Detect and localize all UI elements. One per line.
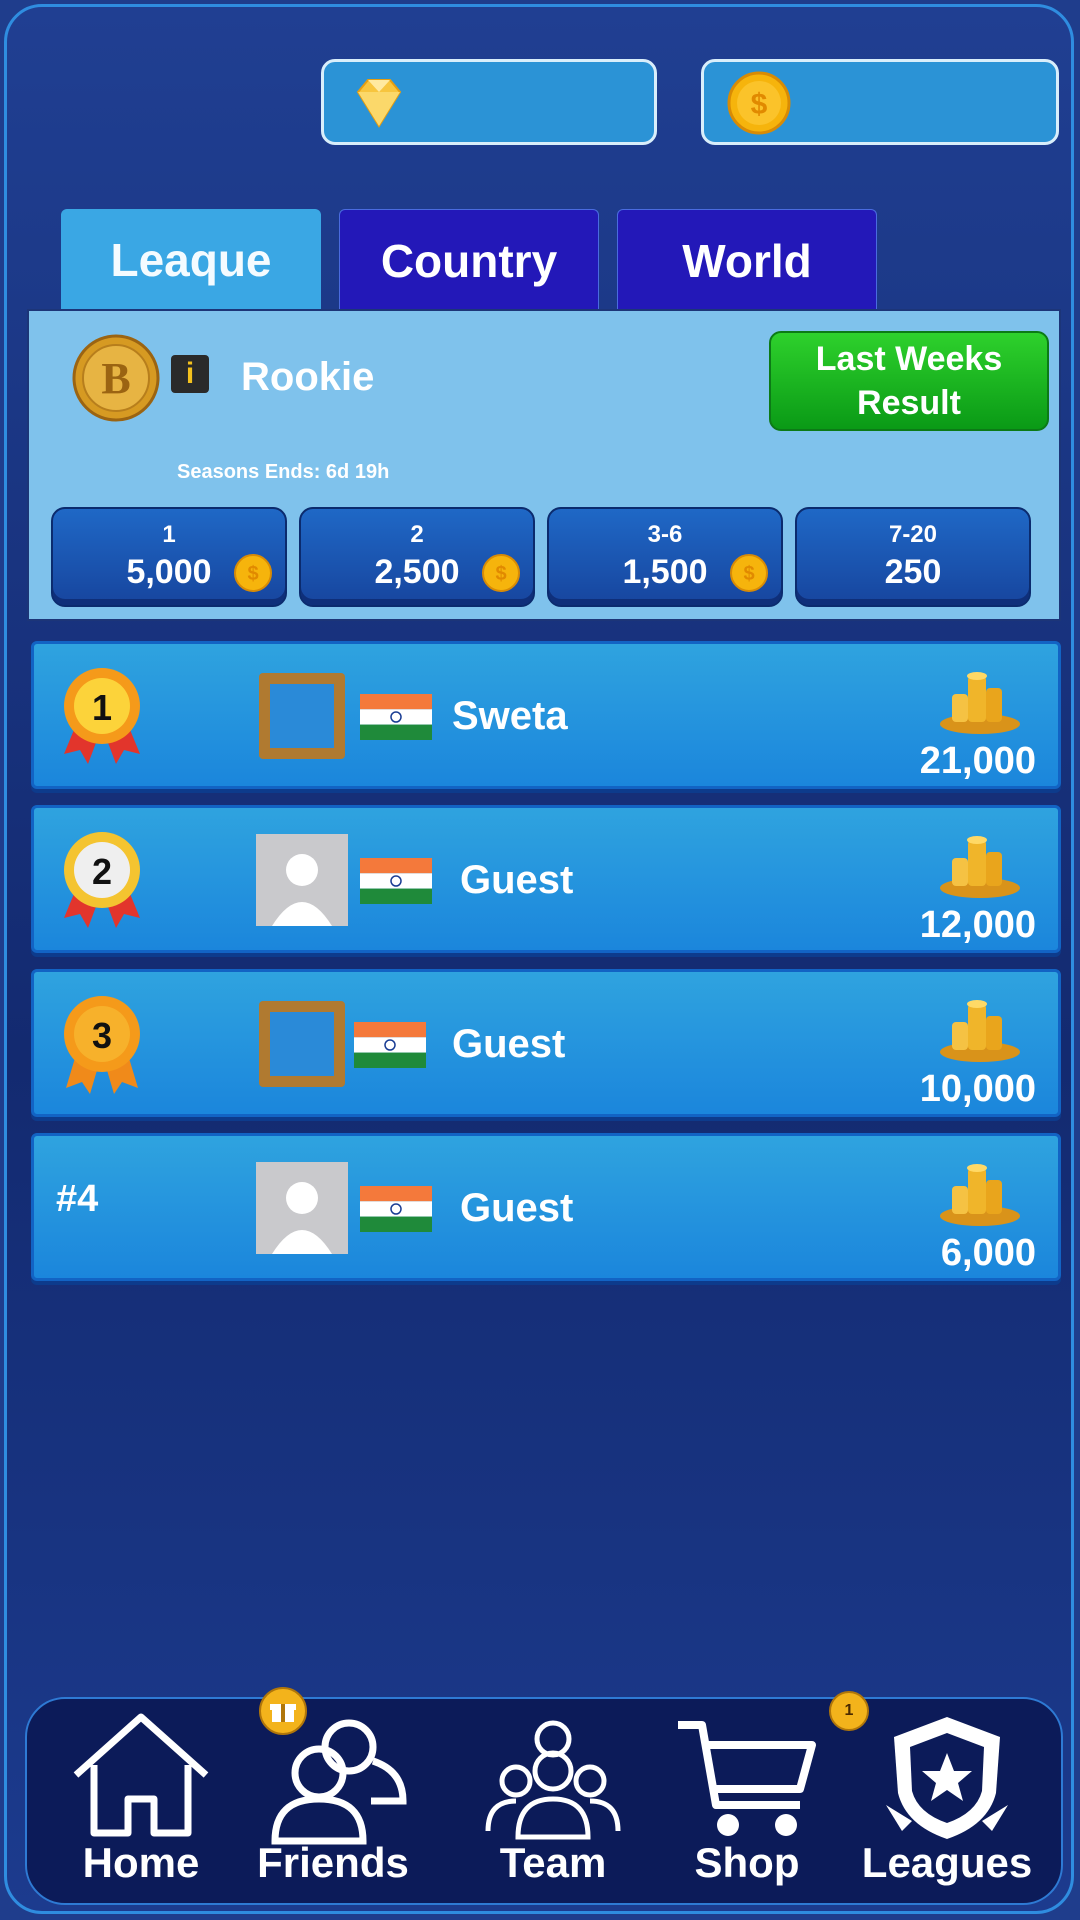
team-icon [485, 1720, 621, 1840]
nav-leagues[interactable]: Leagues [847, 1699, 1047, 1907]
player-score: 12,000 [919, 904, 1036, 946]
player-score: 6,000 [940, 1232, 1036, 1274]
nav-team[interactable]: Team [453, 1699, 653, 1907]
coins-counter[interactable]: $ [701, 59, 1059, 145]
prize-tier-2: 2 2,500 $ [299, 507, 535, 607]
medal-rank-label: 3 [92, 1015, 112, 1056]
leaderboard-row[interactable]: 3 Guest 10,000 [31, 969, 1061, 1117]
coin-pile-icon [932, 666, 1028, 741]
leaderboard-row[interactable]: 2 Guest 12,000 [31, 805, 1061, 953]
nav-team-label: Team [499, 1839, 607, 1886]
prize-tier-4: 7-20 250 [795, 507, 1031, 607]
gems-counter[interactable] [321, 59, 657, 145]
nav-home[interactable]: Home [41, 1699, 241, 1907]
default-avatar[interactable] [256, 834, 348, 926]
dollar-coin-icon: $ [233, 553, 273, 598]
cart-icon [678, 1721, 816, 1836]
svg-text:$: $ [743, 563, 754, 585]
last-weeks-label-line2: Result [857, 384, 961, 422]
coin-pile-icon [932, 1158, 1028, 1233]
default-avatar[interactable] [256, 1162, 348, 1254]
nav-shop[interactable]: 1 Shop [647, 1691, 869, 1907]
tab-world[interactable]: World [617, 209, 877, 311]
leaderboard-row[interactable]: #4 Guest 6,000 [31, 1133, 1061, 1281]
nav-friends-label: Friends [257, 1839, 409, 1886]
player-name: Guest [460, 1186, 574, 1230]
b-coin-badge-icon: B [71, 333, 161, 428]
india-flag-icon [360, 694, 432, 745]
tab-country[interactable]: Country [339, 209, 599, 311]
frame-avatar[interactable] [256, 998, 348, 1090]
india-flag-icon [354, 1022, 426, 1073]
medal-rank-label: 1 [92, 687, 112, 728]
dollar-coin-icon: $ [726, 70, 792, 141]
prize-rank: 7-20 [888, 521, 938, 548]
prize-amount: 250 [884, 553, 942, 591]
india-flag-icon [360, 1186, 432, 1237]
silver-medal-icon: 2 [54, 826, 150, 941]
gift-icon[interactable] [259, 1687, 307, 1735]
info-icon[interactable]: i [171, 355, 209, 393]
league-tier-name: Rookie [241, 355, 375, 399]
home-icon [73, 1713, 209, 1837]
player-name: Guest [460, 858, 574, 902]
coin-pile-icon [932, 994, 1028, 1069]
dollar-coin-icon: $ [481, 553, 521, 598]
player-name: Sweta [452, 694, 568, 738]
diamond-icon [346, 70, 412, 141]
league-panel: B i Rookie Last Weeks Result Seasons End… [27, 309, 1061, 621]
svg-text:$: $ [247, 563, 258, 585]
svg-text:B: B [101, 354, 130, 403]
svg-text:$: $ [751, 88, 768, 121]
svg-text:$: $ [495, 563, 506, 585]
prize-rank: 1 [162, 521, 176, 548]
nav-friends[interactable]: Friends [233, 1687, 433, 1907]
gold-medal-icon: 1 [54, 662, 150, 777]
prize-tier-3: 3-6 1,500 $ [547, 507, 783, 607]
india-flag-icon [360, 858, 432, 909]
nav-shop-label: Shop [694, 1839, 800, 1886]
dollar-coin-icon: $ [729, 553, 769, 598]
leaderboard-row[interactable]: 1 Sweta 21,000 [31, 641, 1061, 789]
prize-rank: 2 [410, 521, 424, 548]
frame-avatar[interactable] [256, 670, 348, 762]
nav-home-label: Home [82, 1839, 200, 1886]
bottom-nav: Home Friends Team 1 Shop Leagues [25, 1687, 1063, 1907]
tab-league[interactable]: Leaque [61, 209, 321, 311]
player-score: 10,000 [919, 1068, 1036, 1110]
last-weeks-label-line1: Last Weeks [815, 340, 1003, 378]
medal-rank-label: 2 [92, 851, 112, 892]
leagues-shield-icon [886, 1717, 1008, 1839]
last-weeks-result-button[interactable]: Last Weeks Result [769, 331, 1049, 431]
prize-rank: 3-6 [647, 521, 683, 548]
coin-pile-icon [932, 830, 1028, 905]
season-timer: Seasons Ends: 6d 19h [177, 461, 390, 483]
rank-number: #4 [56, 1178, 99, 1220]
bronze-medal-icon: 3 [54, 990, 150, 1105]
player-name: Guest [452, 1022, 566, 1066]
player-score: 21,000 [919, 740, 1036, 782]
app-frame: $ Leaque Country World B i Rookie Last W… [4, 4, 1074, 1914]
prize-tier-1: 1 5,000 $ [51, 507, 287, 607]
nav-leagues-label: Leagues [861, 1839, 1033, 1886]
